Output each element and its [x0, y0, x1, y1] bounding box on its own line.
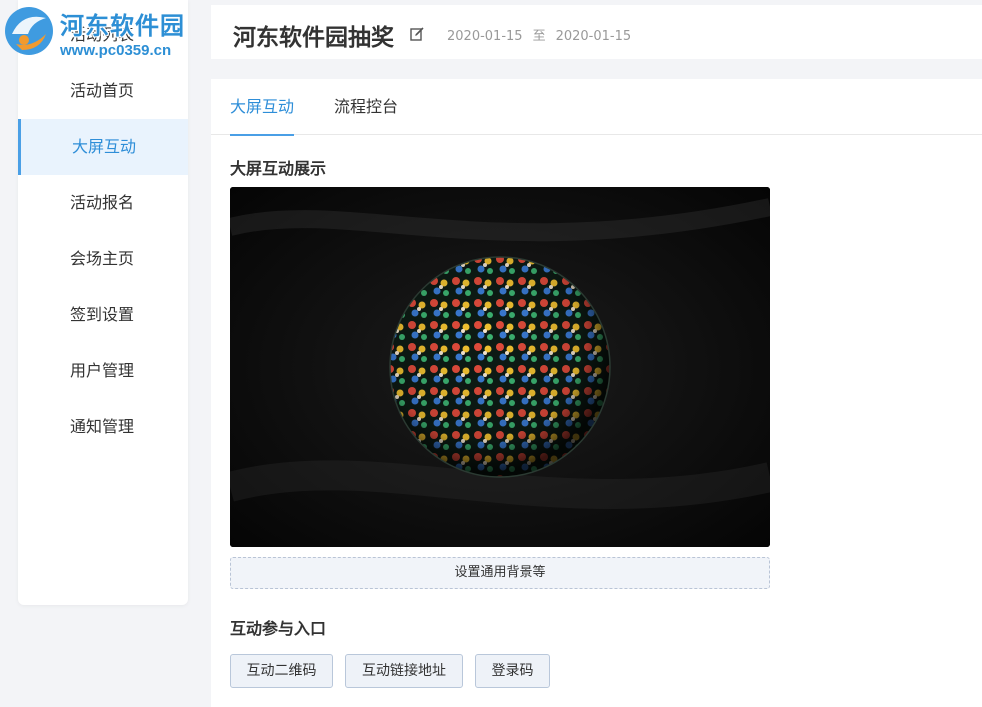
sidebar-item-checkin-settings[interactable]: 签到设置	[18, 287, 188, 343]
sidebar-item-venue-home[interactable]: 会场主页	[18, 231, 188, 287]
page-title: 河东软件园抽奖	[233, 25, 394, 51]
set-background-button[interactable]: 设置通用背景等	[230, 557, 770, 589]
watermark: 河东软件园 www.pc0359.cn	[0, 0, 200, 64]
tab-big-screen[interactable]: 大屏互动	[230, 79, 295, 136]
end-date: 2020-01-15	[555, 29, 632, 44]
qr-code-button[interactable]: 互动二维码	[230, 654, 333, 688]
main-panel: 大屏互动 流程控台 大屏互动展示 设置通用背景等 互动参与入口 互动二维码 互动…	[211, 79, 982, 707]
big-screen-preview	[230, 187, 770, 547]
page-header: 河东软件园抽奖 2020-01-15 至 2020-01-15	[211, 5, 982, 59]
start-date: 2020-01-15	[447, 29, 523, 44]
login-code-button[interactable]: 登录码	[475, 654, 550, 688]
watermark-url: www.pc0359.cn	[60, 42, 172, 59]
watermark-title: 河东软件园	[60, 11, 185, 40]
tab-bar: 大屏互动 流程控台	[211, 79, 982, 136]
sphere-preview-image	[230, 187, 770, 547]
edit-icon[interactable]	[409, 26, 425, 42]
date-range: 2020-01-15 至 2020-01-15	[447, 25, 641, 44]
sidebar: 活动列表 活动首页 大屏互动 活动报名 会场主页 签到设置 用户管理 通知管理	[18, 0, 188, 605]
entry-section-title: 互动参与入口	[230, 619, 327, 638]
sidebar-item-big-screen[interactable]: 大屏互动	[18, 119, 188, 175]
display-section-title: 大屏互动展示	[230, 159, 327, 178]
watermark-logo-icon	[5, 7, 53, 55]
sidebar-item-activity-home[interactable]: 活动首页	[18, 63, 188, 119]
tab-process-console[interactable]: 流程控台	[334, 79, 398, 135]
sidebar-item-notification-management[interactable]: 通知管理	[18, 399, 188, 455]
sidebar-item-user-management[interactable]: 用户管理	[18, 343, 188, 399]
sidebar-item-registration[interactable]: 活动报名	[18, 175, 188, 231]
link-address-button[interactable]: 互动链接地址	[345, 654, 463, 688]
date-separator: 至	[532, 29, 546, 44]
